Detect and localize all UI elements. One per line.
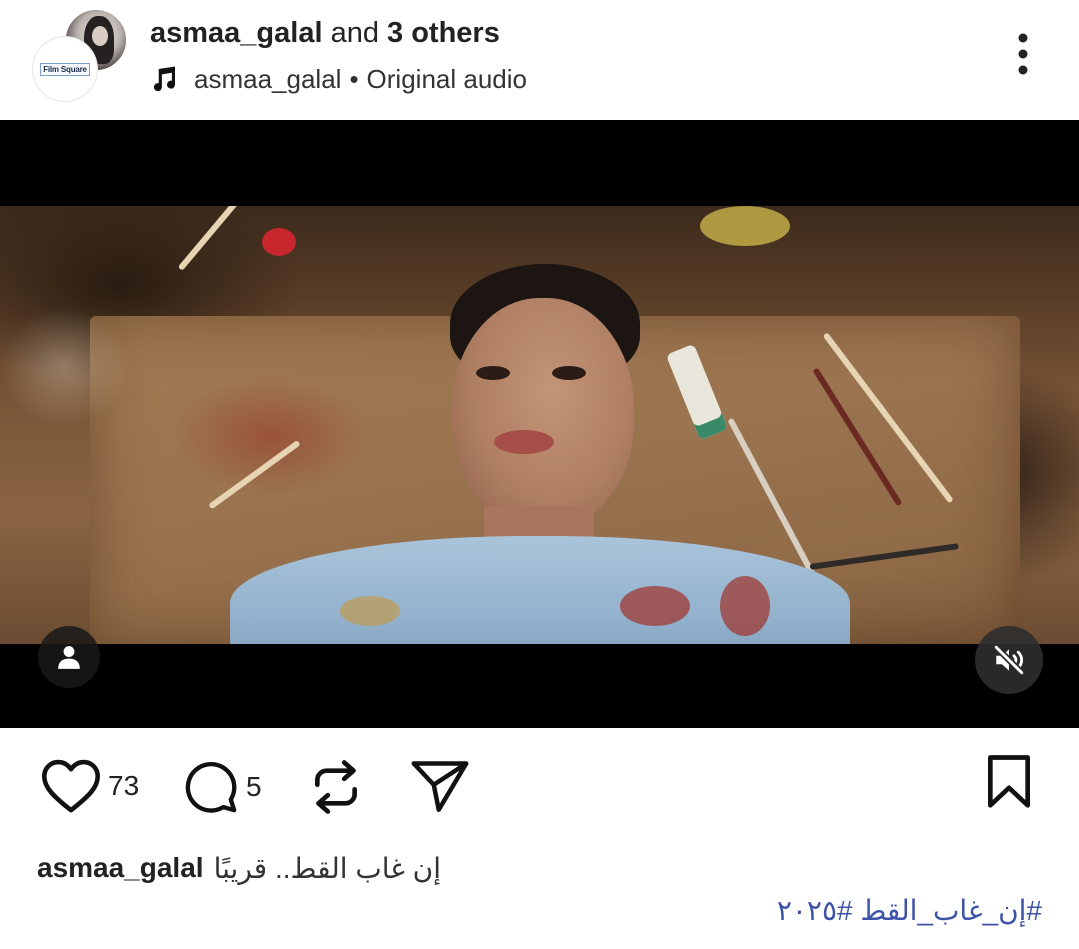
like-count[interactable]: 73 bbox=[108, 770, 139, 802]
share-action[interactable] bbox=[410, 758, 470, 814]
film-square-logo: Film Square bbox=[40, 62, 90, 76]
post-page: Film Square asmaa_galal and 3 others asm… bbox=[0, 0, 1079, 949]
collaborators-link[interactable]: 3 others bbox=[387, 17, 500, 49]
scene-face bbox=[452, 298, 634, 528]
video-player[interactable] bbox=[0, 120, 1079, 728]
caption-hashtags[interactable]: #إن_غاب_القط #٢٠٢٥ bbox=[777, 890, 1042, 930]
more-vertical-icon bbox=[1018, 33, 1028, 75]
scene-paint-splash bbox=[340, 596, 400, 626]
repost-icon[interactable] bbox=[308, 756, 364, 818]
comment-count[interactable]: 5 bbox=[246, 771, 262, 803]
scene-paint-blob bbox=[700, 206, 790, 246]
author-username[interactable]: asmaa_galal bbox=[150, 17, 323, 49]
collaborator-avatar[interactable]: Film Square bbox=[33, 37, 97, 101]
video-frame bbox=[0, 206, 1079, 644]
scene-brush bbox=[177, 206, 241, 271]
music-note-icon bbox=[153, 66, 176, 92]
audio-separator: • bbox=[349, 63, 359, 94]
person-icon bbox=[58, 646, 80, 669]
scene-paint-cap bbox=[262, 228, 296, 256]
scene-paint-splash bbox=[720, 576, 770, 636]
post-caption: asmaa_galal إن غاب القط.. قريبًا bbox=[37, 848, 441, 888]
tagged-people-button[interactable] bbox=[38, 626, 100, 688]
scene-eye bbox=[552, 366, 586, 380]
post-header: Film Square asmaa_galal and 3 others asm… bbox=[0, 0, 1079, 120]
scene-palette bbox=[0, 306, 130, 426]
post-authors[interactable]: asmaa_galal and 3 others bbox=[150, 16, 500, 50]
more-options-button[interactable] bbox=[1005, 30, 1041, 78]
caption-text: إن غاب القط.. قريبًا bbox=[213, 852, 442, 884]
send-icon[interactable] bbox=[410, 758, 470, 814]
scene-eye bbox=[476, 366, 510, 380]
post-actions: 73 5 bbox=[0, 728, 1079, 838]
avatar-face bbox=[92, 26, 108, 46]
scene-paint-splash bbox=[620, 586, 690, 626]
scene-paint-stain bbox=[170, 376, 370, 496]
comment-bubble-icon[interactable] bbox=[180, 758, 240, 816]
comment-action[interactable]: 5 bbox=[180, 758, 262, 816]
authors-connector: and bbox=[330, 17, 379, 49]
audio-owner: asmaa_galal bbox=[194, 63, 342, 94]
bookmark-icon[interactable] bbox=[984, 754, 1034, 810]
mute-toggle-button[interactable] bbox=[975, 626, 1043, 694]
like-action[interactable]: 73 bbox=[40, 758, 139, 814]
scene-lips bbox=[494, 430, 554, 454]
repost-action[interactable] bbox=[308, 756, 364, 818]
speaker-muted-icon bbox=[993, 644, 1025, 676]
heart-icon[interactable] bbox=[40, 758, 102, 814]
audio-label: Original audio bbox=[366, 63, 527, 94]
save-action[interactable] bbox=[984, 754, 1034, 810]
caption-username[interactable]: asmaa_galal bbox=[37, 852, 204, 884]
audio-info[interactable]: asmaa_galal • Original audio bbox=[150, 62, 527, 96]
